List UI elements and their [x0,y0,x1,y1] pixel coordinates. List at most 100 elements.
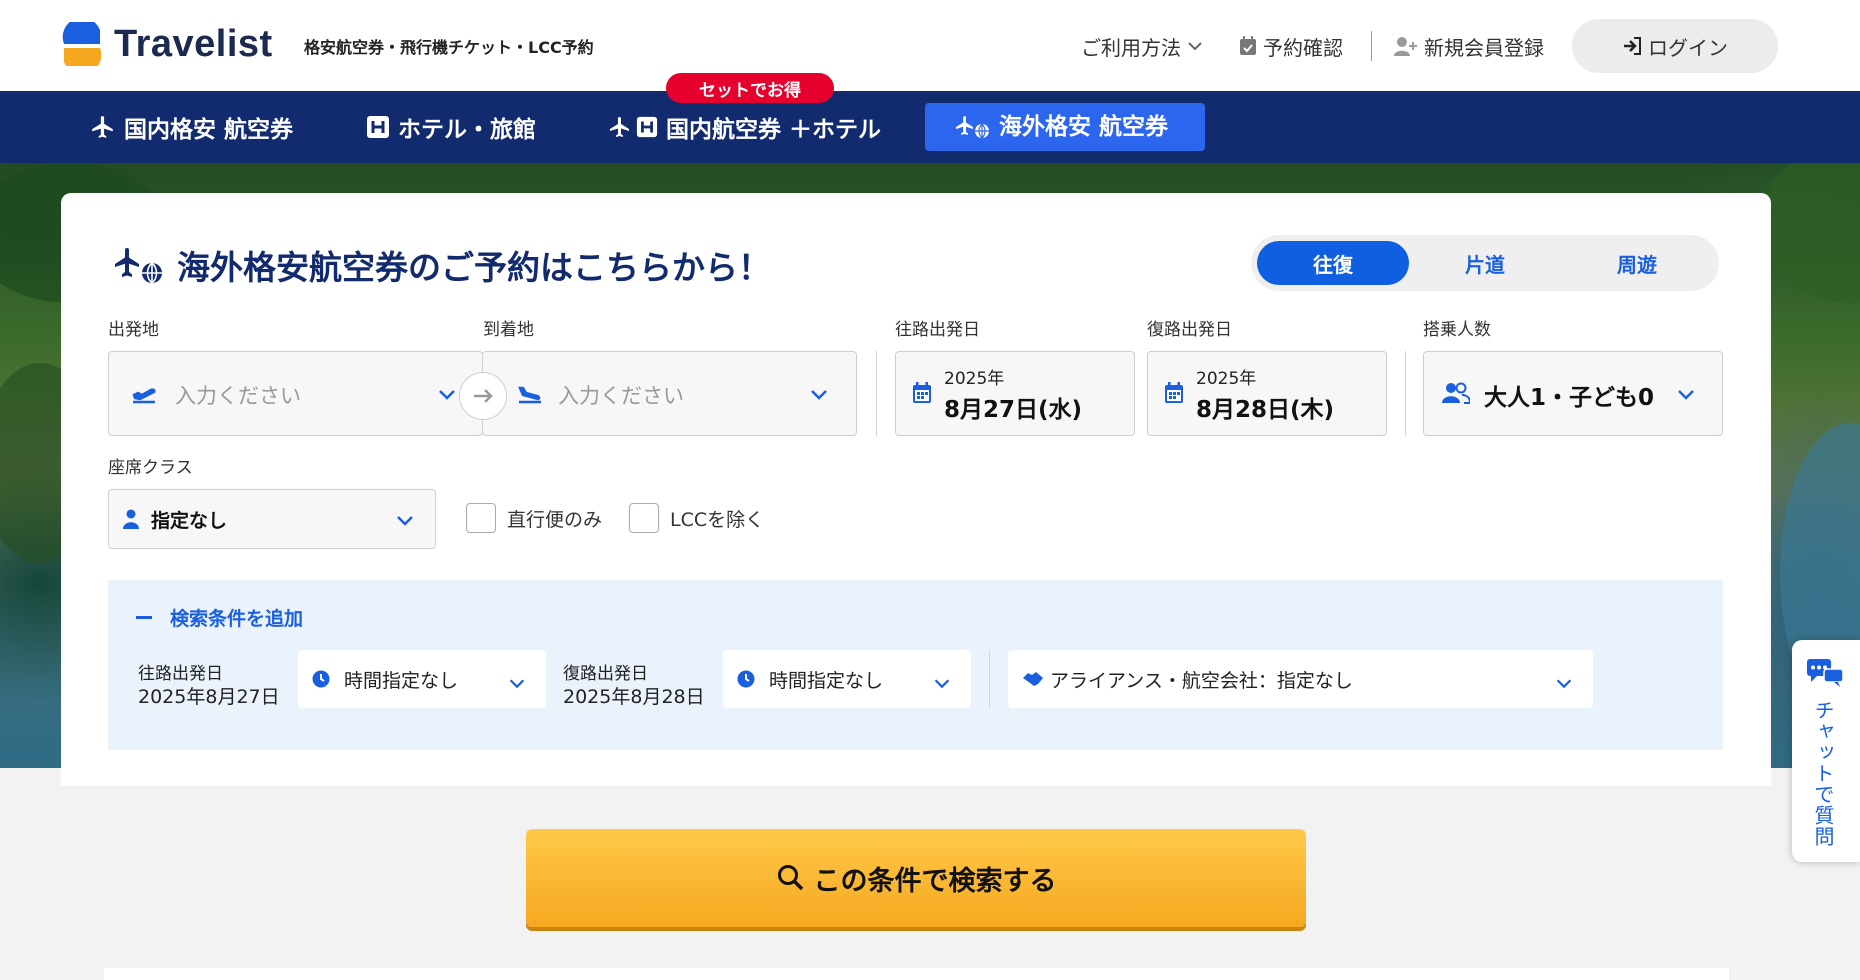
tab-domestic-flights[interactable]: 国内格安 航空券 [90,91,293,163]
search-title-text: 海外格安航空券のご予約はこちらから！ [177,248,771,287]
login-label: ログイン [1648,35,1728,60]
minus-icon [136,616,152,619]
product-navbar: 国内格安 航空券 ホテル・旅館 国内航空券 ＋ホテル 海外格安 航空券 [0,91,1860,163]
origin-field[interactable]: 入力ください [108,351,483,436]
chat-bubbles-icon [1807,659,1844,687]
origin-label: 出発地 [108,320,159,340]
usage-menu[interactable]: ご利用方法 [1081,32,1211,61]
tab-domestic-flights-label: 国内格安 航空券 [124,117,294,143]
promo-badge: セットでお得 [666,73,834,103]
field-divider [876,351,877,436]
hotel-icon [636,116,658,138]
seat-class-value: 指定なし [151,510,228,532]
chevron-down-icon [1188,42,1202,51]
depart-time-select[interactable]: 時間指定なし [298,650,546,708]
extra-depart-date: 2025年8月27日 [138,686,280,708]
booking-check-link[interactable]: 予約確認 [1239,32,1343,61]
search-title: 海外格安航空券のご予約はこちらから！ [109,241,771,289]
search-submit-button[interactable]: この条件で検索する [526,829,1306,927]
chevron-down-icon [509,679,525,689]
depart-time-value: 時間指定なし [344,670,459,692]
chat-support-tab[interactable]: チャットで質問 [1792,640,1860,862]
chevron-down-icon [934,679,950,689]
depart-date-label: 往路出発日 [895,320,980,340]
exclude-lcc-label: LCCを除く [670,509,765,531]
site-tagline: 格安航空券・飛行機チケット・LCC予約 [304,38,594,57]
tab-hotels[interactable]: ホテル・旅館 [366,91,536,163]
airplane-icon [92,116,113,138]
trip-type-oneway[interactable]: 片道 [1409,241,1561,285]
register-link[interactable]: 新規会員登録 [1394,32,1544,61]
return-date-field[interactable]: 2025年 8月28日(木) [1147,351,1387,436]
calendar-icon [1165,382,1183,403]
passengers-value: 大人1・子ども0 [1484,385,1655,411]
calendar-icon [913,382,931,403]
handshake-icon [1023,672,1043,686]
return-date-label: 復路出発日 [1147,320,1232,340]
return-time-select[interactable]: 時間指定なし [723,650,971,708]
tab-hotels-label: ホテル・旅館 [398,117,536,143]
takeoff-icon [132,388,156,404]
header-nav: ご利用方法 予約確認 新規会員登録 ログイン [1081,19,1778,73]
extra-conditions-panel: 検索条件を追加 往路出発日 2025年8月27日 時間指定なし 復路出発日 20… [108,580,1723,750]
tab-international-flights[interactable]: 海外格安 航空券 [925,103,1205,151]
field-divider [989,650,990,708]
header-divider [1371,31,1372,61]
logo-text: Travelist [114,22,273,65]
passengers-label: 搭乗人数 [1423,320,1491,340]
extra-depart-label: 往路出発日 [138,664,223,684]
login-button[interactable]: ログイン [1572,19,1778,73]
destination-field[interactable]: 入力ください [482,351,857,436]
extra-return-date: 2025年8月28日 [563,686,705,708]
chevron-down-icon [439,390,455,400]
airplane-globe-icon [956,116,989,139]
chat-support-label: チャットで質問 [1811,700,1835,847]
passengers-field[interactable]: 大人1・子ども0 [1423,351,1723,436]
exclude-lcc-checkbox[interactable] [629,503,659,533]
user-plus-icon [1394,37,1417,56]
origin-placeholder: 入力ください [175,384,301,408]
site-logo[interactable]: Travelist [60,17,273,75]
return-year: 2025年 [1196,369,1257,389]
airplane-icon [610,117,629,137]
trip-type-roundtrip[interactable]: 往復 [1257,241,1409,285]
extra-conditions-toggle[interactable]: 検索条件を追加 [136,604,303,631]
calendar-check-icon [1240,36,1256,55]
seat-class-select[interactable]: 指定なし [108,489,436,549]
destination-label: 到着地 [483,320,534,340]
register-label: 新規会員登録 [1424,35,1544,60]
site-header: Travelist 格安航空券・飛行機チケット・LCC予約 ご利用方法 予約確認… [0,0,1860,91]
usage-label: ご利用方法 [1081,35,1181,60]
airplane-globe-icon [115,248,162,284]
search-icon [777,865,803,891]
results-area-top [104,968,1729,980]
depart-day: 8月27日(水) [944,397,1083,423]
destination-placeholder: 入力ください [558,384,684,408]
hotel-icon [367,116,389,138]
booking-check-label: 予約確認 [1263,35,1343,60]
seat-class-label: 座席クラス [108,458,193,478]
clock-icon [312,670,330,688]
airline-select[interactable]: アライアンス・航空会社：指定なし [1008,650,1593,708]
extra-conditions-label: 検索条件を追加 [170,608,304,630]
direct-only-label: 直行便のみ [507,509,603,531]
direct-only-checkbox[interactable] [466,503,496,533]
depart-year: 2025年 [944,369,1005,389]
chevron-down-icon [397,516,413,526]
airline-value: アライアンス・航空会社：指定なし [1050,670,1353,692]
trip-type-toggle: 往復 片道 周遊 [1251,235,1719,291]
person-icon [123,509,139,529]
swap-airports-button[interactable] [459,372,507,420]
arrow-right-icon [474,389,493,403]
chevron-down-icon [811,390,827,400]
landing-icon [518,386,541,404]
field-divider [1405,351,1406,436]
extra-return-label: 復路出発日 [563,664,648,684]
trip-type-multicity[interactable]: 周遊 [1561,241,1713,285]
chevron-down-icon [1678,390,1694,400]
depart-date-field[interactable]: 2025年 8月27日(水) [895,351,1135,436]
users-icon [1442,382,1470,404]
return-day: 8月28日(木) [1196,397,1335,423]
search-submit-label: この条件で検索する [813,865,1057,897]
chevron-down-icon [1556,679,1572,689]
